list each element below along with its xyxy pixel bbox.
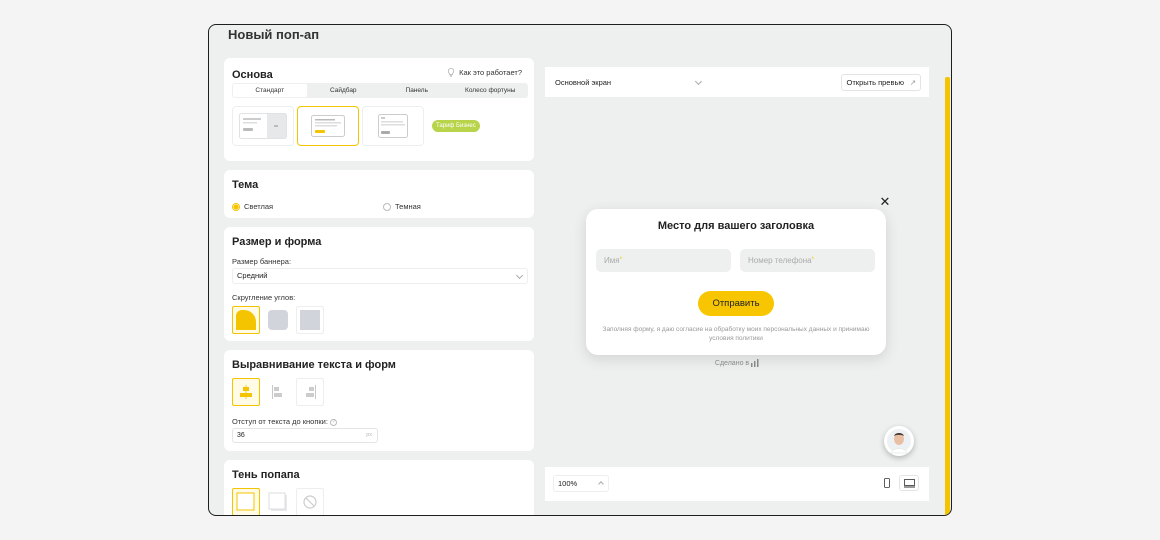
radio-dot — [383, 202, 391, 211]
corner-square-icon — [300, 310, 320, 330]
made-by-label: Сделано в — [714, 359, 750, 367]
template-thumb-icon — [378, 114, 408, 138]
mobile-view-button[interactable] — [877, 475, 897, 491]
corners-label: Скругление углов: — [232, 293, 296, 302]
offset-label: Отступ от текста до кнопки: ? — [232, 417, 338, 426]
corner-medium-icon — [268, 310, 288, 330]
card-theme-title: Тема — [232, 179, 259, 191]
offset-value: 36 — [237, 432, 245, 439]
popup-title: Место для вашего заголовка — [657, 220, 815, 232]
template-thumb-icon — [239, 113, 287, 139]
info-icon[interactable]: ? — [330, 418, 338, 426]
popup-preview: Место для вашего заголовка Имя* Номер те… — [586, 209, 886, 355]
banner-size-select[interactable]: Средний — [232, 268, 528, 284]
template-centered[interactable] — [297, 106, 359, 146]
tab-sidebar[interactable]: Сайдбар — [307, 84, 381, 97]
howto-link[interactable]: Как это работает? — [447, 68, 522, 77]
zoom-value: 100% — [558, 479, 578, 488]
consent-text: Заполняя форму, я даю согласие на обрабо… — [602, 326, 870, 342]
type-tabs: Стандарт Сайдбар Панель Колесо фортуны — [232, 83, 528, 98]
preview-toolbar: Основной экран Открыть превью ↗ — [545, 67, 929, 97]
chevron-up-icon — [598, 481, 604, 487]
shadow-light-icon — [268, 492, 287, 511]
scrollbar[interactable] — [945, 77, 950, 515]
theme-dark-label: Темная — [395, 202, 421, 211]
radio-dot — [232, 202, 240, 211]
template-image-left[interactable] — [232, 106, 294, 146]
card-align-title: Выравнивание текста и форм — [232, 359, 396, 371]
align-left-option[interactable] — [264, 378, 292, 406]
external-arrow-icon: ↗ — [909, 78, 916, 87]
submit-button[interactable]: Отправить — [698, 291, 774, 316]
corner-round[interactable] — [232, 306, 260, 334]
align-center-icon — [240, 385, 252, 399]
required-star: * — [811, 257, 814, 263]
preview-area: Основной экран Открыть превью ↗ ✕ Место … — [545, 67, 929, 501]
avatar-photo-icon — [887, 429, 911, 454]
banner-size-value: Средний — [237, 271, 268, 280]
corner-medium[interactable] — [264, 306, 292, 334]
offset-label-text: Отступ от текста до кнопки: — [232, 417, 328, 426]
screen-select[interactable]: Основной экран — [551, 75, 706, 91]
screen-select-value: Основной экран — [555, 78, 612, 87]
required-star: * — [619, 257, 622, 263]
offset-input[interactable]: 36 px — [232, 428, 378, 443]
desktop-icon — [903, 478, 915, 487]
card-align: Выравнивание текста и форм Отступ от тек… — [224, 350, 534, 451]
align-right-option[interactable] — [296, 378, 324, 406]
chevron-down-icon — [694, 77, 703, 86]
app-window: Новый поп-ап Основа Как это работает? Ст… — [208, 24, 952, 516]
theme-dark-radio[interactable]: Темная — [383, 202, 421, 211]
card-shadow: Тень попапа — [224, 460, 534, 515]
phone-placeholder: Номер телефона — [748, 256, 812, 265]
shadow-none-option[interactable] — [296, 488, 324, 515]
align-left-icon — [272, 385, 282, 399]
tab-wheel[interactable]: Колесо фортуны — [454, 84, 528, 97]
card-size-title: Размер и форма — [232, 236, 322, 248]
no-shadow-icon — [303, 495, 317, 509]
mobile-icon — [884, 478, 890, 488]
chevron-down-icon — [515, 271, 524, 280]
card-size: Размер и форма Размер баннера: Средний С… — [224, 227, 534, 341]
shadow-strong-icon — [236, 492, 255, 511]
corner-round-icon — [236, 310, 256, 330]
desktop-view-button[interactable] — [899, 475, 919, 491]
corner-square[interactable] — [296, 306, 324, 334]
card-osnova: Основа Как это работает? Стандарт Сайдба… — [224, 58, 534, 161]
howto-label: Как это работает? — [459, 68, 522, 77]
name-field[interactable]: Имя* — [596, 249, 731, 272]
open-preview-button[interactable]: Открыть превью ↗ — [840, 74, 921, 91]
preview-bottom-bar: 100% — [545, 467, 929, 501]
made-by: Сделано в — [545, 359, 929, 367]
banner-size-label: Размер баннера: — [232, 257, 292, 266]
offset-unit: px — [366, 432, 372, 438]
template-thumb-icon — [311, 115, 345, 137]
page-title: Новый поп-ап — [228, 27, 320, 42]
zoom-select[interactable]: 100% — [553, 475, 609, 492]
align-center-option[interactable] — [232, 378, 260, 406]
shadow-light-option[interactable] — [264, 488, 292, 515]
open-preview-label: Открыть превью — [846, 78, 904, 87]
template-image-top[interactable] — [362, 106, 424, 146]
theme-light-radio[interactable]: Светлая — [232, 202, 273, 211]
brand-logo-icon — [751, 359, 759, 367]
avatar[interactable] — [884, 426, 914, 456]
shadow-strong-option[interactable] — [232, 488, 260, 515]
tab-standard[interactable]: Стандарт — [233, 84, 307, 97]
phone-field[interactable]: Номер телефона* — [740, 249, 875, 272]
tariff-badge: Тариф Бизнес — [432, 120, 480, 132]
close-icon[interactable]: ✕ — [878, 195, 892, 209]
tab-panel[interactable]: Панель — [380, 84, 454, 97]
card-shadow-title: Тень попапа — [232, 469, 300, 481]
name-placeholder: Имя — [604, 256, 620, 265]
card-osnova-title: Основа — [232, 69, 273, 81]
align-right-icon — [306, 385, 316, 399]
theme-light-label: Светлая — [244, 202, 274, 211]
lightbulb-icon — [448, 68, 455, 77]
card-theme: Тема Светлая Темная — [224, 170, 534, 218]
